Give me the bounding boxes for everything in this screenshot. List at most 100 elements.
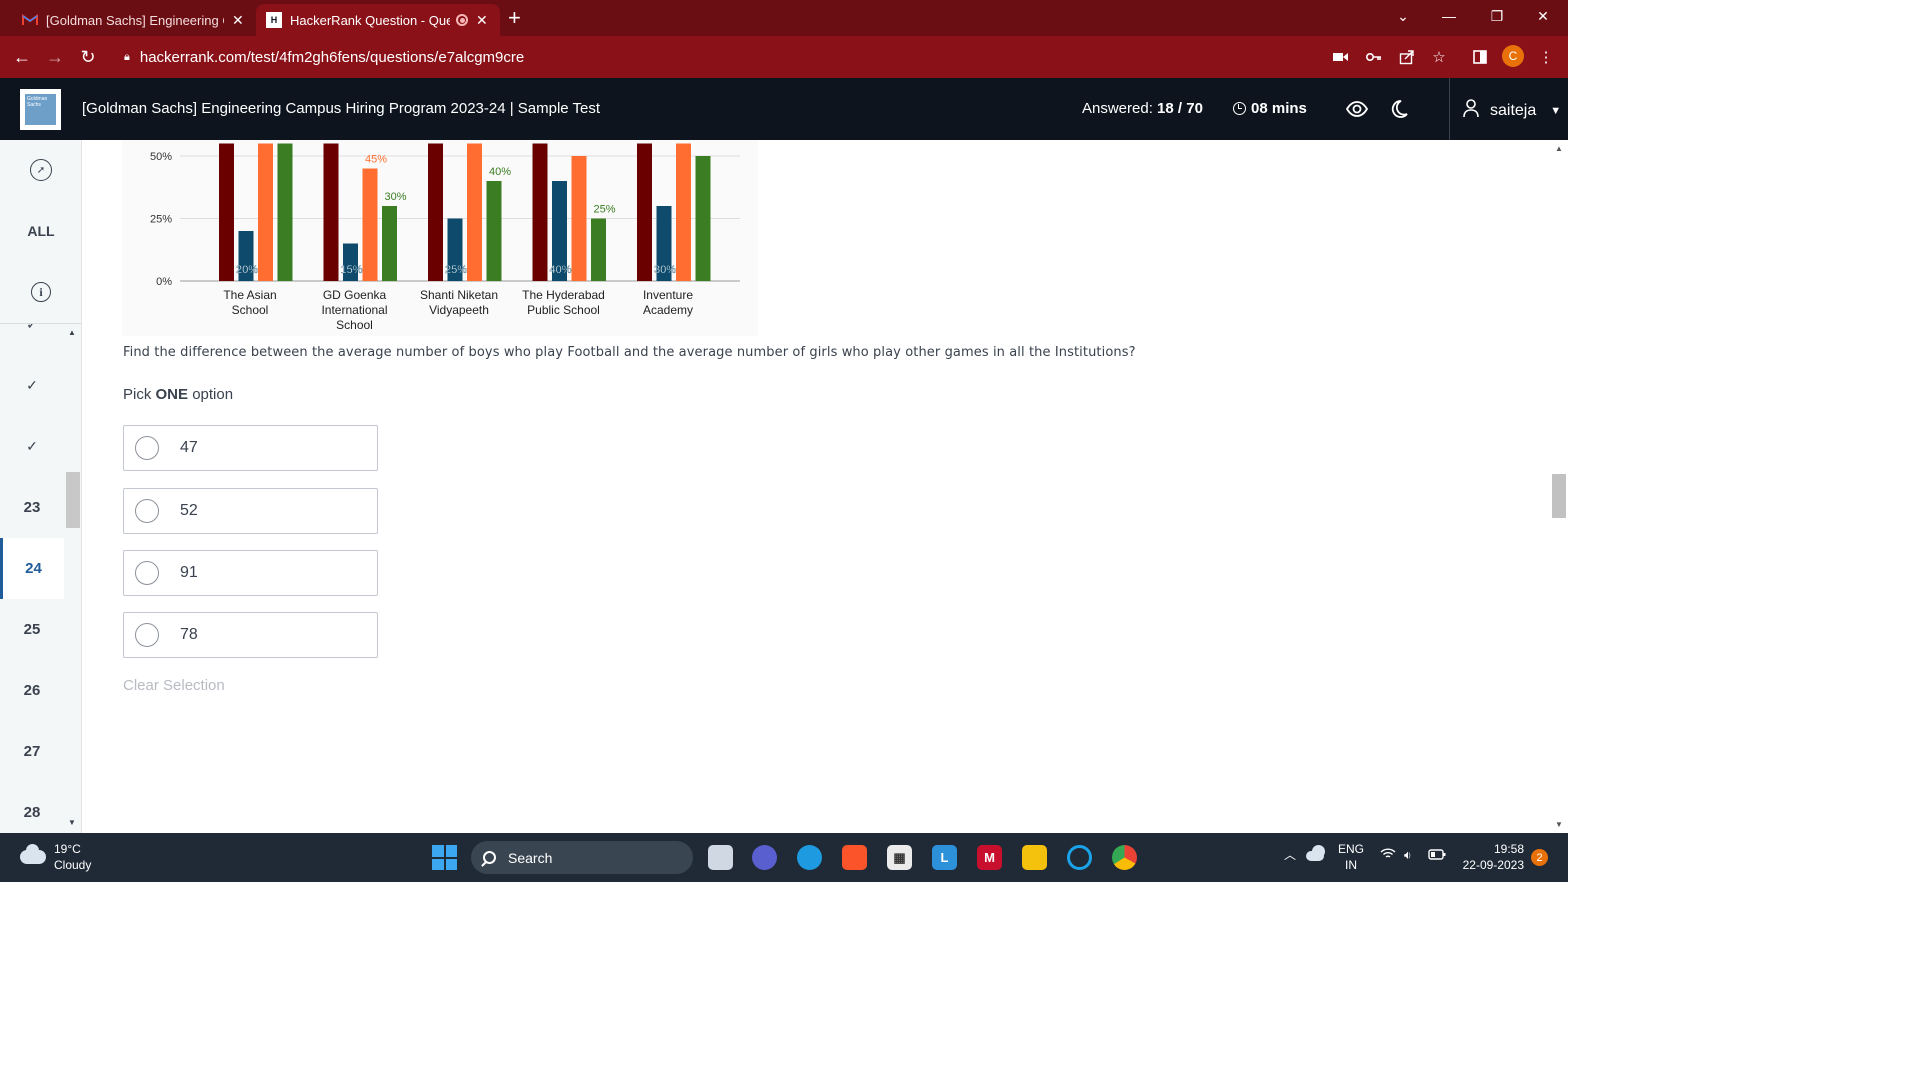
store-icon[interactable]: ▦ — [887, 845, 912, 870]
sidebar-scrollbar[interactable]: ▲ ▼ — [66, 324, 80, 833]
page-scrollbar[interactable]: ▲ ▼ — [1550, 140, 1568, 833]
question-item[interactable]: 26 — [0, 660, 64, 721]
minimize-button[interactable]: — — [1426, 0, 1472, 32]
l-app-icon[interactable]: L — [932, 845, 957, 870]
lang-label: ENG — [1338, 842, 1365, 856]
start-button[interactable] — [432, 845, 457, 870]
scroll-down-icon[interactable]: ▼ — [1555, 820, 1563, 829]
option-label: 91 — [180, 564, 198, 581]
question-item[interactable]: 25 — [0, 599, 64, 660]
wifi-icon[interactable] — [1380, 848, 1396, 864]
company-logo: Goldman Sachs — [20, 89, 61, 130]
key-icon[interactable] — [1363, 46, 1385, 68]
edge-icon[interactable] — [797, 845, 822, 870]
question-item-current[interactable]: 24 — [0, 538, 64, 599]
weather-widget[interactable]: 19°C Cloudy — [20, 841, 91, 873]
reload-icon[interactable]: ↻ — [76, 45, 100, 69]
data-label: 15% — [340, 264, 362, 276]
task-view-icon[interactable] — [708, 845, 733, 870]
option-4[interactable]: 78 — [123, 612, 378, 658]
option-2[interactable]: 52 — [123, 488, 378, 534]
x-tick-label: Inventure — [643, 288, 693, 302]
y-tick-label: 0% — [156, 276, 172, 288]
scroll-up-icon[interactable]: ▲ — [1555, 144, 1563, 153]
option-1[interactable]: 47 — [123, 425, 378, 471]
camera-icon[interactable] — [1330, 46, 1352, 68]
brave-icon[interactable] — [842, 845, 867, 870]
chrome-icon[interactable] — [1112, 845, 1137, 870]
eye-icon[interactable] — [1345, 98, 1369, 120]
notification-badge[interactable]: 2 — [1531, 849, 1548, 866]
tab-title: HackerRank Question - Question — [290, 12, 450, 28]
x-tick-label: The Hyderabad — [522, 288, 605, 302]
option-label: 78 — [180, 626, 198, 643]
onedrive-icon[interactable] — [1306, 845, 1332, 865]
teams-chat-icon[interactable] — [752, 845, 777, 870]
bar-chart: 0% 25% 50% 20% The Asian School 15% 45% 30% GD Go… — [122, 140, 758, 336]
pick-instruction: Pick ONE option — [123, 386, 233, 403]
address-bar[interactable]: 🔒︎ hackerrank.com/test/4fm2gh6fens/quest… — [110, 41, 1310, 73]
bookmark-star-icon[interactable]: ☆ — [1428, 46, 1450, 68]
page-scroll-thumb[interactable] — [1552, 474, 1566, 518]
close-window-button[interactable]: ✕ — [1520, 0, 1566, 32]
hackerrank-icon: H — [266, 12, 282, 28]
dark-mode-icon[interactable] — [1388, 98, 1410, 120]
share-icon[interactable] — [1396, 46, 1418, 68]
cortana-icon[interactable] — [1067, 845, 1092, 870]
language-indicator[interactable]: ENG IN — [1338, 841, 1364, 873]
question-item[interactable]: ✓ — [0, 355, 64, 416]
question-item[interactable]: ✓ — [0, 324, 64, 355]
tab-search-icon[interactable]: ⌄ — [1380, 0, 1426, 32]
bar — [695, 156, 711, 281]
side-panel-icon[interactable] — [1469, 46, 1491, 68]
volume-icon[interactable]: 🔉︎ — [1404, 847, 1412, 863]
bar — [467, 143, 482, 281]
radio-button[interactable] — [135, 436, 159, 460]
option-3[interactable]: 91 — [123, 550, 378, 596]
y-tick-label: 25% — [150, 214, 172, 226]
answered-value: 18 / 70 — [1157, 100, 1203, 117]
user-icon — [1462, 98, 1480, 123]
clock[interactable]: 19:58 22-09-2023 — [1460, 841, 1524, 873]
browser-tab-hackerrank[interactable]: H HackerRank Question - Question ✕ — [256, 4, 500, 36]
bar — [637, 143, 652, 281]
new-tab-button[interactable]: + — [508, 4, 521, 32]
lock-icon: 🔒︎ — [124, 50, 130, 63]
user-menu[interactable]: saiteja ▼ — [1462, 98, 1561, 123]
y-tick-label: 50% — [150, 151, 172, 163]
question-item[interactable]: 23 — [0, 477, 64, 538]
browser-tab-gmail[interactable]: [Goldman Sachs] Engineering Campus Hirin… — [12, 4, 254, 36]
battery-icon[interactable] — [1428, 848, 1446, 864]
x-tick-label: International — [321, 303, 387, 317]
bar — [219, 143, 234, 281]
radio-button[interactable] — [135, 561, 159, 585]
question-item[interactable]: ✓ — [0, 416, 64, 477]
restore-button[interactable]: ❐ — [1474, 0, 1520, 32]
sidebar-scroll-thumb[interactable] — [66, 472, 80, 528]
radio-button[interactable] — [135, 623, 159, 647]
back-icon[interactable]: ← — [10, 45, 34, 69]
mcafee-icon[interactable]: M — [977, 845, 1002, 870]
forward-icon[interactable]: → — [43, 45, 67, 69]
time: 19:58 — [1493, 842, 1524, 856]
taskbar-search[interactable]: Search — [471, 841, 693, 874]
question-item[interactable]: 27 — [0, 721, 64, 782]
username: saiteja — [1490, 101, 1537, 119]
menu-icon[interactable]: ⋮ — [1535, 46, 1557, 68]
question-item[interactable]: 28 — [0, 782, 64, 833]
profile-avatar[interactable]: C — [1502, 45, 1524, 67]
navigator-button[interactable]: ➚ — [0, 140, 82, 200]
info-button[interactable]: i — [0, 262, 82, 322]
close-tab-icon[interactable]: ✕ — [476, 12, 488, 29]
file-explorer-icon[interactable] — [1022, 845, 1047, 870]
timer-value: 08 mins — [1251, 100, 1307, 117]
scroll-down-icon[interactable]: ▼ — [68, 818, 76, 827]
clear-selection-link[interactable]: Clear Selection — [123, 677, 225, 694]
scroll-up-icon[interactable]: ▲ — [68, 328, 76, 337]
tab-title: [Goldman Sachs] Engineering Campus Hirin… — [46, 12, 224, 28]
tray-overflow-icon[interactable]: ︿ — [1284, 847, 1296, 863]
radio-button[interactable] — [135, 499, 159, 523]
all-questions-button[interactable]: ALL — [0, 201, 82, 261]
close-tab-icon[interactable]: ✕ — [232, 12, 244, 29]
data-label: 40% — [489, 166, 511, 178]
